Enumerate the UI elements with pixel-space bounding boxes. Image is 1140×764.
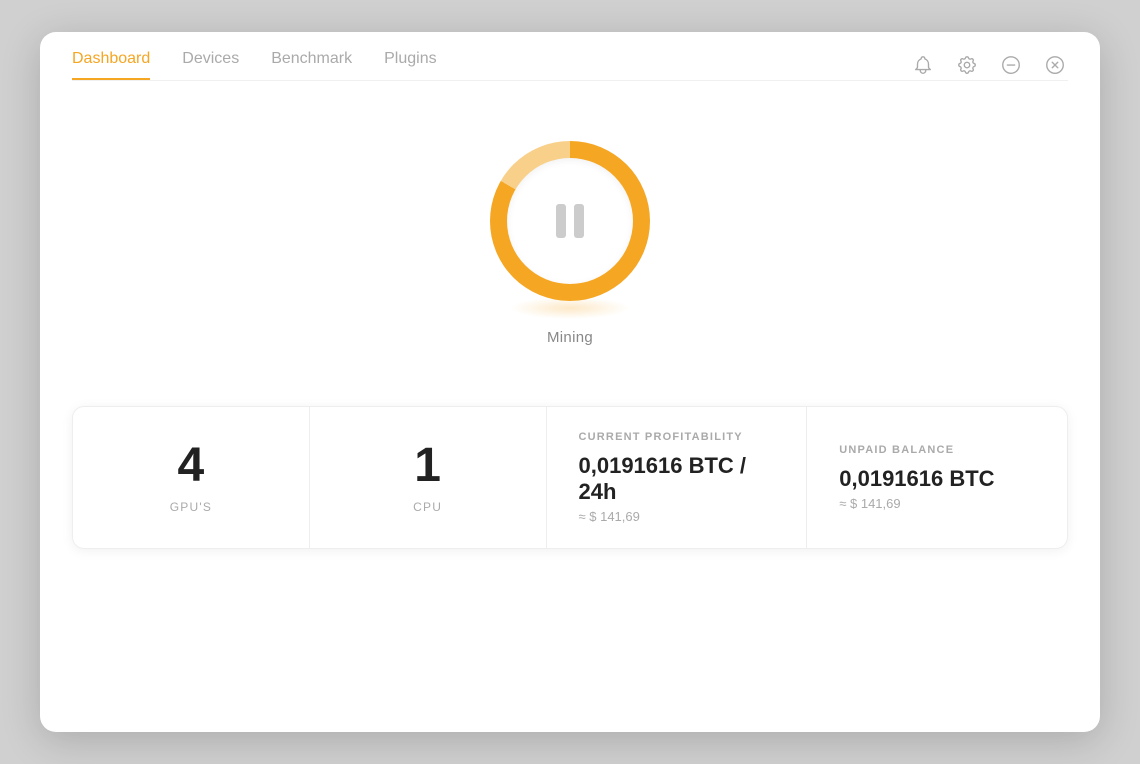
tab-dashboard[interactable]: Dashboard — [72, 50, 150, 80]
titlebar: Dashboard Devices Benchmark Plugins — [40, 32, 1100, 80]
profitability-usd: ≈ $ 141,69 — [579, 509, 640, 524]
pause-bar-right — [574, 204, 584, 238]
tab-plugins[interactable]: Plugins — [384, 50, 436, 80]
mining-section: Mining — [490, 141, 650, 346]
balance-title: UNPAID BALANCE — [839, 444, 954, 456]
main-content: Mining 4 GPU'S 1 CPU CURRENT PROFITABILI… — [40, 81, 1100, 732]
mining-button[interactable] — [490, 141, 650, 301]
profitability-title: CURRENT PROFITABILITY — [579, 431, 743, 443]
nav-tabs: Dashboard Devices Benchmark Plugins — [72, 50, 437, 80]
close-icon[interactable] — [1042, 52, 1068, 78]
tab-devices[interactable]: Devices — [182, 50, 239, 80]
gpus-value: 4 — [178, 442, 205, 490]
profitability-value: 0,0191616 BTC / 24h — [579, 453, 775, 505]
settings-icon[interactable] — [954, 52, 980, 78]
stat-card-balance: UNPAID BALANCE 0,0191616 BTC ≈ $ 141,69 — [807, 407, 1067, 548]
bell-icon[interactable] — [910, 52, 936, 78]
mining-ring — [490, 141, 650, 301]
stat-card-gpus: 4 GPU'S — [73, 407, 310, 548]
balance-value: 0,0191616 BTC — [839, 466, 994, 492]
minimize-icon[interactable] — [998, 52, 1024, 78]
pause-icon — [556, 204, 584, 238]
cpu-label: CPU — [413, 500, 442, 514]
pause-bar-left — [556, 204, 566, 238]
stat-card-profitability: CURRENT PROFITABILITY 0,0191616 BTC / 24… — [547, 407, 808, 548]
tab-benchmark[interactable]: Benchmark — [271, 50, 352, 80]
balance-usd: ≈ $ 141,69 — [839, 496, 900, 511]
mining-status-label: Mining — [547, 329, 593, 346]
window-controls — [910, 52, 1068, 78]
stats-row: 4 GPU'S 1 CPU CURRENT PROFITABILITY 0,01… — [72, 406, 1068, 549]
stat-card-cpu: 1 CPU — [310, 407, 547, 548]
app-window: Dashboard Devices Benchmark Plugins — [40, 32, 1100, 732]
gpus-label: GPU'S — [170, 500, 212, 514]
cpu-value: 1 — [414, 442, 441, 490]
